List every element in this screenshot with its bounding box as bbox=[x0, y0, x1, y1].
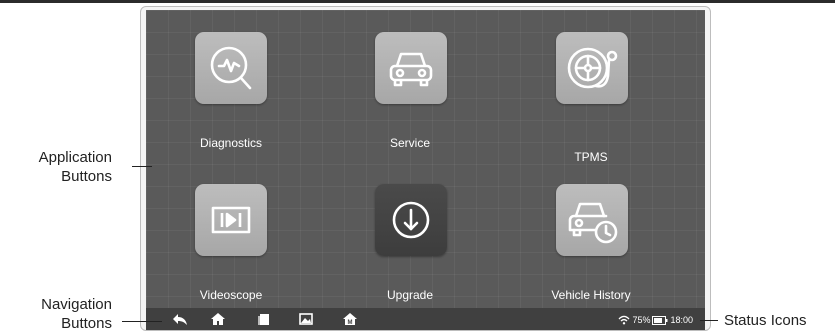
app-label: Videoscope bbox=[199, 288, 263, 302]
maxi-home-icon[interactable]: M bbox=[342, 311, 358, 327]
annotation-leader-line bbox=[700, 320, 718, 321]
annotation-leader-line bbox=[132, 166, 152, 167]
battery-level: 75% bbox=[632, 315, 651, 325]
app-service[interactable]: Service bbox=[340, 32, 480, 152]
home-icon[interactable] bbox=[210, 311, 226, 327]
download-arrow-icon bbox=[375, 184, 447, 256]
app-vehicle-history[interactable]: Vehicle History bbox=[521, 184, 661, 304]
status-icons: 75% 18:00 bbox=[618, 312, 695, 328]
annotation-status-icons: Status Icons bbox=[724, 312, 807, 329]
top-border bbox=[0, 0, 835, 3]
tire-icon bbox=[556, 32, 628, 104]
app-upgrade[interactable]: Upgrade bbox=[340, 184, 480, 304]
annotation-leader-line bbox=[122, 321, 162, 322]
app-label: Service bbox=[389, 136, 430, 150]
app-diagnostics[interactable]: Diagnostics bbox=[161, 32, 301, 152]
diagnostics-icon bbox=[195, 32, 267, 104]
annotation-navigation-buttons: Navigation Buttons bbox=[41, 296, 112, 332]
app-label: Diagnostics bbox=[199, 136, 263, 150]
app-tpms[interactable]: TPMS bbox=[521, 32, 661, 164]
car-icon bbox=[375, 32, 447, 104]
image-icon[interactable] bbox=[298, 311, 314, 327]
svg-text:M: M bbox=[348, 320, 353, 326]
back-arrow-icon[interactable] bbox=[172, 311, 188, 327]
recent-apps-icon[interactable] bbox=[256, 311, 272, 327]
app-videoscope[interactable]: Videoscope bbox=[161, 184, 301, 304]
app-label: Vehicle History bbox=[551, 288, 631, 302]
video-icon bbox=[195, 184, 267, 256]
status-time: 18:00 bbox=[670, 315, 693, 325]
app-label: TPMS bbox=[574, 150, 608, 164]
wifi-icon bbox=[618, 315, 630, 325]
car-clock-icon bbox=[556, 184, 628, 256]
annotation-application-buttons: Application Buttons bbox=[38, 149, 112, 185]
app-label: Upgrade bbox=[386, 288, 434, 302]
battery-icon bbox=[652, 315, 668, 325]
